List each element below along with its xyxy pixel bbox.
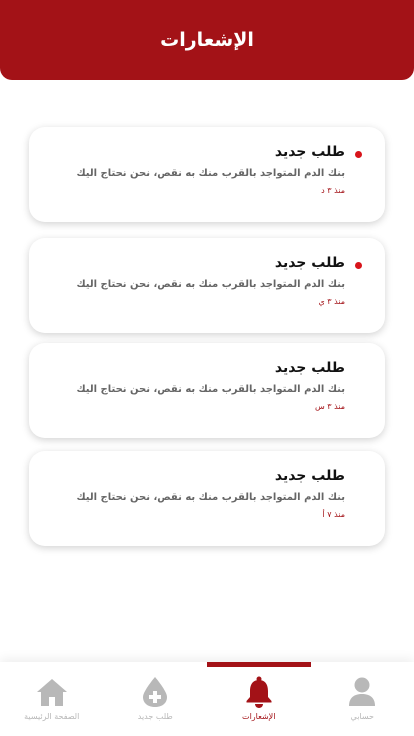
notification-title: طلب جديد: [274, 144, 345, 160]
blood-drop-plus-icon: [139, 676, 171, 708]
notification-time: منذ ٣ د: [321, 186, 345, 195]
notification-title: طلب جديد: [274, 360, 345, 376]
nav-label-home: الصفحة الرئيسية: [24, 712, 80, 721]
notification-body: بنك الدم المتواجد بالقرب منك به نقص، نحن…: [76, 384, 346, 395]
unread-dot-icon: [355, 151, 362, 158]
notification-body: بنك الدم المتواجد بالقرب منك به نقص، نحن…: [76, 492, 346, 503]
notification-time: منذ ٣ س: [314, 402, 345, 411]
nav-item-new-request[interactable]: طلب جديد: [104, 662, 208, 736]
notification-title: طلب جديد: [274, 468, 345, 484]
bottom-navigation: الصفحة الرئيسية طلب جديد الإشعارات حسابي: [0, 662, 414, 736]
page-title: الإشعارات: [160, 29, 254, 51]
nav-label-notifications: الإشعارات: [242, 712, 276, 721]
nav-item-notifications[interactable]: الإشعارات: [207, 662, 311, 736]
nav-label-account: حسابي: [350, 712, 374, 721]
notification-card[interactable]: طلب جديد بنك الدم المتواجد بالقرب منك به…: [29, 127, 385, 222]
notification-card[interactable]: طلب جديد بنك الدم المتواجد بالقرب منك به…: [29, 238, 385, 333]
notification-title: طلب جديد: [274, 255, 345, 271]
user-icon: [346, 676, 378, 708]
nav-label-new-request: طلب جديد: [137, 712, 173, 721]
bell-icon: [243, 676, 275, 708]
active-tab-indicator: [207, 662, 311, 667]
unread-dot-icon: [355, 262, 362, 269]
notification-card[interactable]: طلب جديد بنك الدم المتواجد بالقرب منك به…: [29, 451, 385, 546]
notification-body: بنك الدم المتواجد بالقرب منك به نقص، نحن…: [76, 168, 346, 179]
notification-time: منذ ٣ ي: [318, 297, 345, 306]
notification-body: بنك الدم المتواجد بالقرب منك به نقص، نحن…: [76, 279, 346, 290]
nav-item-account[interactable]: حسابي: [311, 662, 414, 736]
notification-card[interactable]: طلب جديد بنك الدم المتواجد بالقرب منك به…: [29, 343, 385, 438]
nav-item-home[interactable]: الصفحة الرئيسية: [0, 662, 104, 736]
notification-time: منذ ٧ أ: [322, 510, 345, 519]
home-icon: [36, 676, 68, 708]
app-header: الإشعارات: [0, 0, 414, 80]
